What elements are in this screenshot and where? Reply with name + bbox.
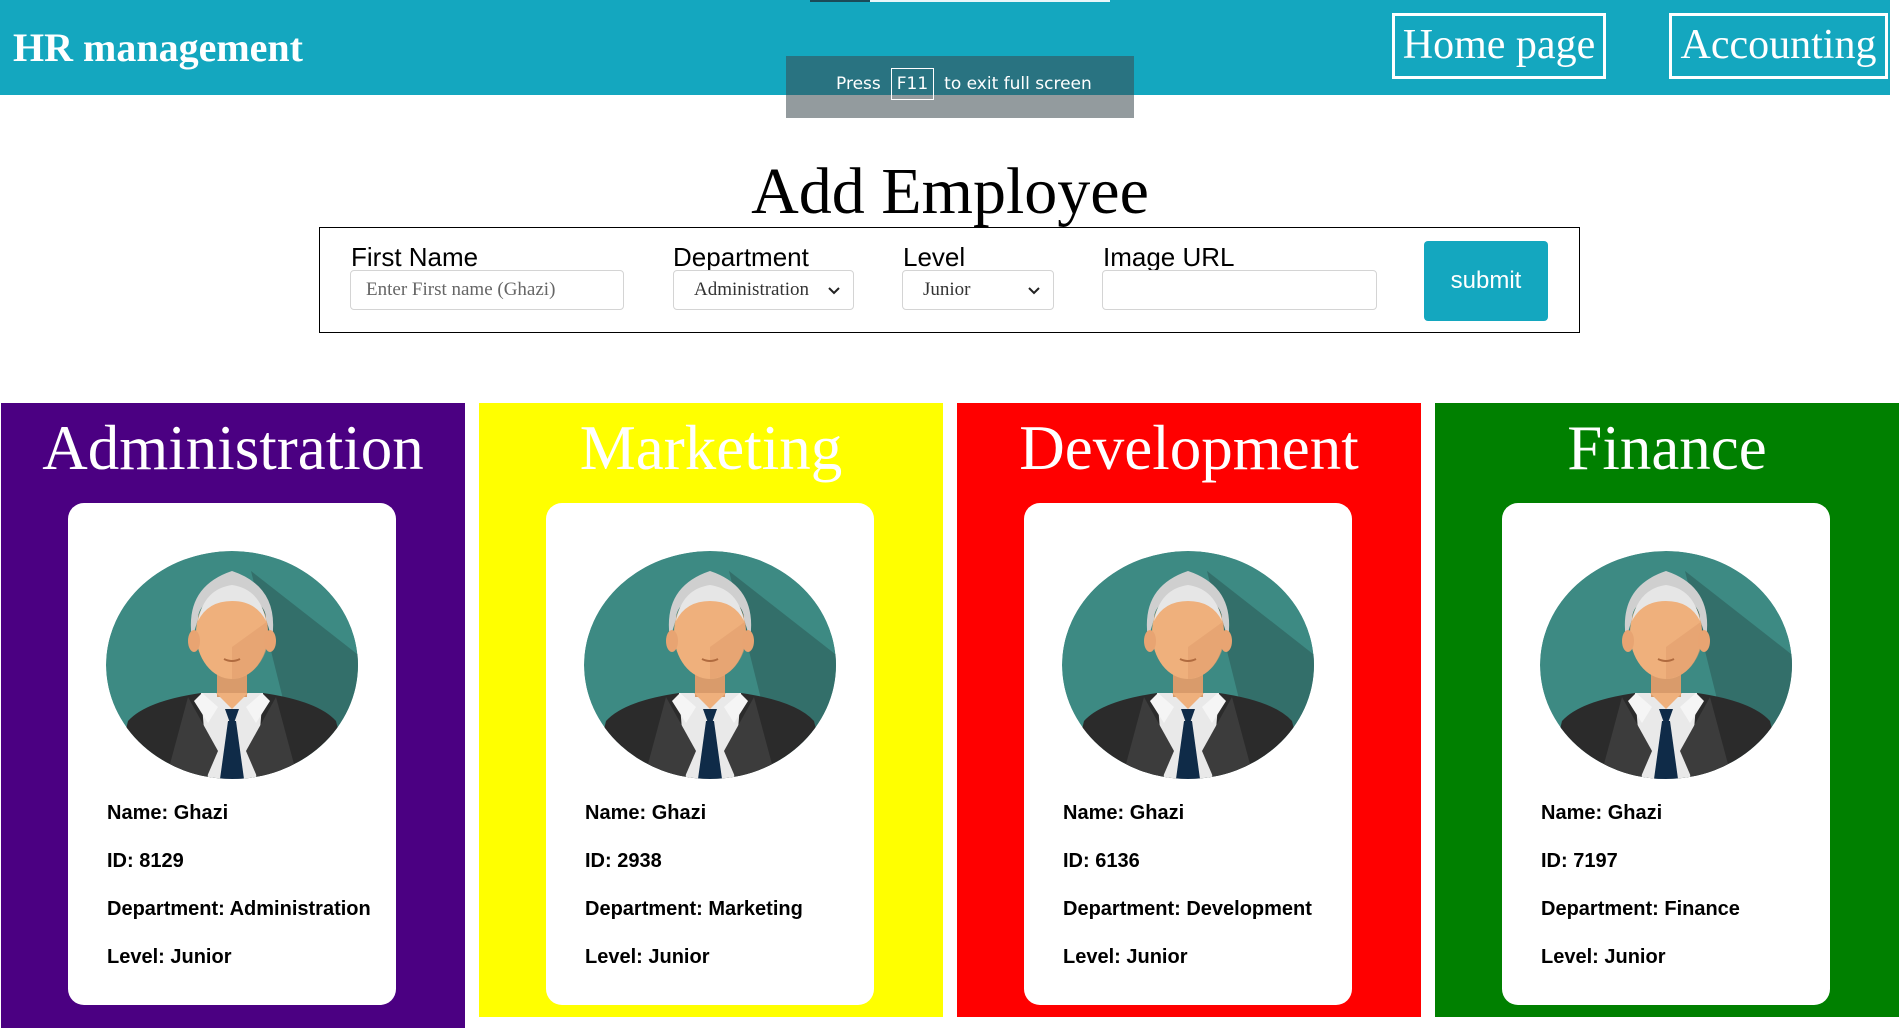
employee-level: Level: Junior <box>1541 946 1666 968</box>
f11-key-badge: F11 <box>890 68 935 100</box>
employee-name: Name: Ghazi <box>1541 802 1663 824</box>
employee-id: ID: 2938 <box>585 850 662 872</box>
fullscreen-exit-banner: Press F11 to exit full screen <box>786 56 1134 118</box>
employee-department: Department: Marketing <box>585 898 803 920</box>
employee-avatar-icon <box>584 551 836 779</box>
home-page-nav-button[interactable]: Home page <box>1392 13 1606 79</box>
level-select[interactable]: Junior <box>902 270 1054 310</box>
department-title: Marketing <box>579 413 843 483</box>
employee-department: Department: Finance <box>1541 898 1740 920</box>
employee-department: Department: Development <box>1063 898 1312 920</box>
employee-card: Name: Ghazi ID: 8129 Department: Adminis… <box>68 503 396 1005</box>
level-label: Level <box>903 242 966 272</box>
employee-card: Name: Ghazi ID: 6136 Department: Develop… <box>1024 503 1352 1005</box>
employee-avatar-icon <box>106 551 358 779</box>
image-url-label: Image URL <box>1103 242 1235 272</box>
chevron-down-icon <box>828 287 840 295</box>
department-title: Finance <box>1567 413 1767 483</box>
department-title: Development <box>1019 413 1359 483</box>
department-selected-value: Administration <box>694 279 810 300</box>
chevron-down-icon <box>1028 287 1040 295</box>
fullscreen-banner-suffix: to exit full screen <box>944 74 1092 94</box>
employee-level: Level: Junior <box>585 946 710 968</box>
employee-level: Level: Junior <box>107 946 232 968</box>
department-column-finance: Finance Name: Ghazi ID: 7197 Department:… <box>1435 403 1899 1017</box>
image-url-input[interactable] <box>1102 270 1377 310</box>
employee-avatar-icon <box>1062 551 1314 779</box>
department-title: Administration <box>42 413 424 483</box>
browser-tab-strip-dark <box>810 0 870 2</box>
first-name-input[interactable] <box>350 270 624 310</box>
employee-card: Name: Ghazi ID: 7197 Department: Finance… <box>1502 503 1830 1005</box>
browser-tab-strip-light <box>870 0 1110 2</box>
page-title: Add Employee <box>751 155 1149 228</box>
first-name-label: First Name <box>351 242 479 272</box>
department-column-marketing: Marketing Name: Ghazi ID: 2938 Departmen… <box>479 403 943 1017</box>
employee-name: Name: Ghazi <box>107 802 229 824</box>
employee-id: ID: 6136 <box>1063 850 1140 872</box>
employee-level: Level: Junior <box>1063 946 1188 968</box>
brand-title: HR management <box>13 25 303 70</box>
department-column-administration: Administration Name: Ghazi ID: 8129 Depa… <box>1 403 465 1028</box>
department-select[interactable]: Administration <box>673 270 854 310</box>
fullscreen-banner-prefix: Press <box>836 74 881 94</box>
employee-id: ID: 7197 <box>1541 850 1618 872</box>
department-label: Department <box>673 242 809 272</box>
level-selected-value: Junior <box>923 279 971 300</box>
add-employee-form: First Name Department Administration Lev… <box>319 227 1580 333</box>
employee-avatar-icon <box>1540 551 1792 779</box>
employee-id: ID: 8129 <box>107 850 184 872</box>
employee-name: Name: Ghazi <box>1063 802 1185 824</box>
employee-card: Name: Ghazi ID: 2938 Department: Marketi… <box>546 503 874 1005</box>
department-column-development: Development Name: Ghazi ID: 6136 Departm… <box>957 403 1421 1017</box>
accounting-nav-button[interactable]: Accounting <box>1669 13 1888 79</box>
submit-button[interactable]: submit <box>1424 241 1548 321</box>
employee-department: Department: Administration <box>107 898 371 920</box>
employee-name: Name: Ghazi <box>585 802 707 824</box>
